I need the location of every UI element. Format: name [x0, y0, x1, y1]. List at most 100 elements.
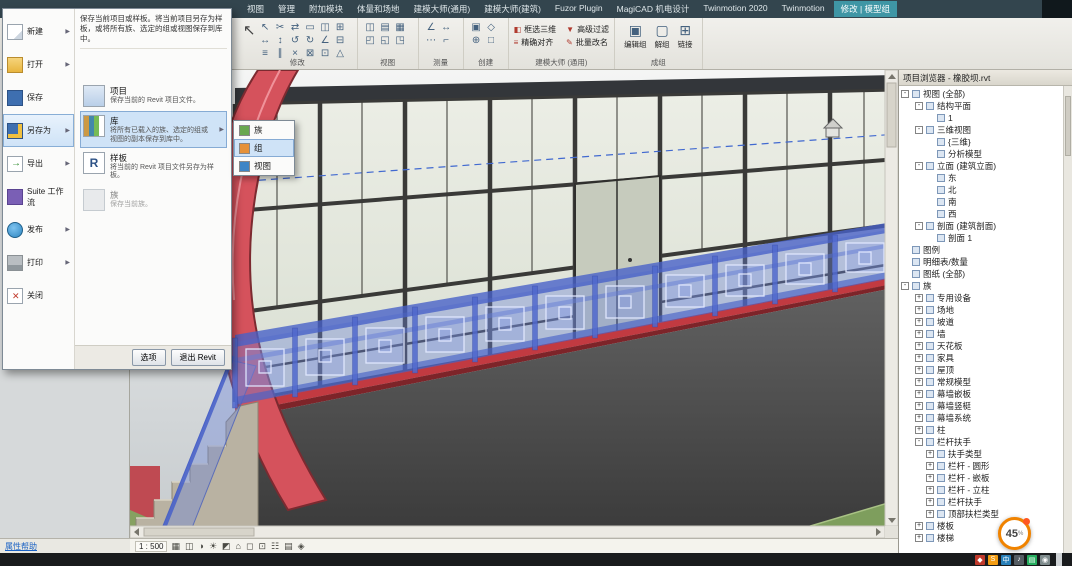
ribbon-tab[interactable]: Twinmotion	[775, 1, 832, 17]
horizontal-scrollbar[interactable]	[130, 526, 898, 538]
modify-tool-icon[interactable]: ↖	[258, 21, 273, 34]
plugin-tool-button[interactable]: ◧ 框选三维	[514, 24, 557, 35]
view-tool-icon[interactable]: ▦	[393, 21, 408, 34]
view-control-icon[interactable]: ◻	[246, 541, 253, 552]
file-menu-item[interactable]: 另存为 ▶	[3, 114, 74, 147]
ribbon-tab[interactable]: 管理	[271, 1, 302, 17]
modify-tool-icon[interactable]: ↻	[303, 34, 318, 47]
tree-item[interactable]: + 栏杆扶手	[901, 496, 1072, 508]
show-desktop-button[interactable]	[1056, 553, 1062, 566]
tree-expander[interactable]: +	[915, 390, 923, 398]
view-control-icon[interactable]: ⌂	[236, 541, 241, 552]
tray-icon[interactable]: S	[988, 555, 998, 565]
ribbon-tab[interactable]: 体量和场地	[350, 1, 407, 17]
tree-item[interactable]: 西	[901, 208, 1072, 220]
tree-item[interactable]: + 专用设备	[901, 292, 1072, 304]
vertical-scrollbar[interactable]	[885, 70, 898, 526]
create-tool-icon[interactable]: ⊕	[469, 34, 484, 47]
options-button[interactable]: 选项	[132, 349, 166, 366]
group-tool-button[interactable]: ▣ 编辑组	[624, 22, 647, 50]
scale-button[interactable]: 1 : 500	[135, 541, 167, 552]
tree-expander[interactable]: -	[901, 90, 909, 98]
flyout-option[interactable]: 族	[234, 121, 294, 139]
tree-expander[interactable]: +	[915, 426, 923, 434]
view-tool-icon[interactable]: ◫	[363, 21, 378, 34]
tree-item[interactable]: + 家具	[901, 352, 1072, 364]
ribbon-tab[interactable]: MagiCAD 机电设计	[610, 1, 697, 17]
tree-item[interactable]: + 幕墙系统	[901, 412, 1072, 424]
tree-item[interactable]: 1	[901, 112, 1072, 124]
ribbon-tab[interactable]: 附加模块	[302, 1, 350, 17]
tray-icon[interactable]: ♪	[1014, 555, 1024, 565]
plugin-tool-button[interactable]: ▼ 高级过滤	[566, 24, 609, 35]
file-menu-item[interactable]: Suite 工作流	[3, 180, 74, 213]
ribbon-tab[interactable]: Fuzor Plugin	[548, 1, 610, 17]
tree-expander[interactable]: +	[926, 486, 934, 494]
tree-item[interactable]: + 顶部扶栏类型	[901, 508, 1072, 520]
tree-expander[interactable]: +	[915, 354, 923, 362]
select-arrow-icon[interactable]: ↖	[243, 21, 256, 60]
ribbon-tab[interactable]: 视图	[240, 1, 271, 17]
tree-item[interactable]: + 栏杆 - 立柱	[901, 484, 1072, 496]
ribbon-tab[interactable]: 建模大师(通用)	[407, 1, 478, 17]
view-tool-icon[interactable]: ◳	[393, 34, 408, 47]
tree-item[interactable]: + 幕墙嵌板	[901, 388, 1072, 400]
tree-expander[interactable]: +	[915, 294, 923, 302]
view-control-icon[interactable]: ◑	[199, 541, 204, 552]
tree-expander[interactable]: +	[915, 318, 923, 326]
tree-expander[interactable]: -	[915, 438, 923, 446]
tree-item[interactable]: 分析模型	[901, 148, 1072, 160]
tree-item[interactable]: + 楼梯	[901, 532, 1072, 544]
tree-expander[interactable]: +	[915, 366, 923, 374]
flyout-option[interactable]: 组	[234, 139, 294, 157]
tree-item[interactable]: 南	[901, 196, 1072, 208]
file-menu-item[interactable]: 关闭	[3, 279, 74, 312]
tree-expander[interactable]: +	[915, 534, 923, 542]
measure-tool-icon[interactable]: ∠	[424, 21, 439, 34]
tree-item[interactable]: + 栏杆 - 圆形	[901, 460, 1072, 472]
tray-icon[interactable]: ◉	[1040, 555, 1050, 565]
group-tool-button[interactable]: ⊞ 链接	[678, 22, 693, 50]
tree-expander[interactable]: -	[901, 282, 909, 290]
tree-expander[interactable]: -	[915, 222, 923, 230]
file-menu-item[interactable]: 导出 ▶	[3, 147, 74, 180]
tree-expander[interactable]: -	[915, 126, 923, 134]
view-control-icon[interactable]: ☀	[209, 541, 217, 552]
modify-tool-icon[interactable]: ↕	[273, 34, 288, 47]
tree-expander[interactable]: +	[926, 510, 934, 518]
modify-tool-icon[interactable]: ⇄	[288, 21, 303, 34]
exit-revit-button[interactable]: 退出 Revit	[171, 349, 225, 366]
save-as-option[interactable]: R 样板 将当前的 Revit 项目文件另存为样板。	[80, 148, 227, 185]
tree-item[interactable]: {三维}	[901, 136, 1072, 148]
measure-tool-icon[interactable]: ⌐	[439, 34, 454, 47]
tree-item[interactable]: + 楼板	[901, 520, 1072, 532]
tree-expander[interactable]: -	[915, 162, 923, 170]
tree-item[interactable]: + 扶手类型	[901, 448, 1072, 460]
save-as-option[interactable]: 族 保存当前族。	[80, 185, 227, 215]
tree-item[interactable]: + 天花板	[901, 340, 1072, 352]
view-control-icon[interactable]: ◈	[298, 541, 305, 552]
ribbon-tab[interactable]: 建模大师(建筑)	[477, 1, 548, 17]
view-control-icon[interactable]: ▦	[171, 541, 180, 552]
save-as-option[interactable]: 项目 保存当前的 Revit 项目文件。	[80, 81, 227, 111]
modify-tool-icon[interactable]: ◫	[318, 21, 333, 34]
tree-item[interactable]: + 墙	[901, 328, 1072, 340]
status-help-link[interactable]: 属性帮助	[0, 538, 130, 553]
tree-item[interactable]: 图例	[901, 244, 1072, 256]
plugin-tool-button[interactable]: ≡ 精确对齐	[514, 37, 557, 48]
tree-item[interactable]: 明细表/数量	[901, 256, 1072, 268]
browser-scrollbar[interactable]	[1063, 86, 1072, 553]
tree-expander[interactable]: +	[915, 522, 923, 530]
file-menu-item[interactable]: 发布 ▶	[3, 213, 74, 246]
measure-tool-icon[interactable]: ⋯	[424, 34, 439, 47]
create-tool-icon[interactable]: ◇	[484, 21, 499, 34]
file-menu-item[interactable]: 打印 ▶	[3, 246, 74, 279]
view-control-icon[interactable]: ▤	[284, 541, 293, 552]
tree-expander[interactable]: +	[926, 474, 934, 482]
modify-tool-icon[interactable]: ▭	[303, 21, 318, 34]
tree-expander[interactable]: +	[915, 402, 923, 410]
tree-item[interactable]: - 族	[901, 280, 1072, 292]
modify-tool-icon[interactable]: ∠	[318, 34, 333, 47]
tree-expander[interactable]: -	[915, 102, 923, 110]
group-tool-button[interactable]: ▢ 解组	[655, 22, 670, 50]
